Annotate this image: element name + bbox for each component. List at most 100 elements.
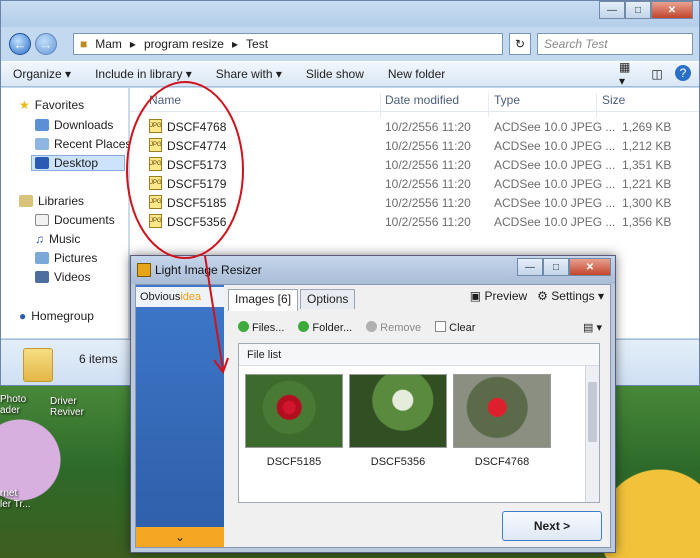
help-icon[interactable]: ? (675, 65, 691, 81)
file-date: 10/2/2556 11:20 (385, 120, 471, 134)
column-divider[interactable] (488, 93, 489, 117)
image-thumbnail[interactable] (349, 374, 447, 448)
nav-label: Videos (54, 270, 91, 284)
explorer-titlebar[interactable]: — □ ✕ (1, 1, 699, 27)
libraries-header[interactable]: Libraries (19, 194, 84, 208)
tab-options[interactable]: Options (300, 289, 356, 309)
desktop-icon-internet[interactable]: rnet ler Tr... (0, 488, 31, 510)
column-header-size[interactable]: Size (602, 93, 625, 107)
close-button[interactable]: ✕ (569, 258, 611, 276)
search-input[interactable]: Search Test (537, 33, 693, 55)
jpeg-file-icon: JPG (149, 176, 162, 190)
include-in-library-menu[interactable]: Include in library ▾ (83, 67, 204, 81)
music-note-icon: ♫ (35, 232, 44, 246)
back-arrow-icon[interactable]: ← (9, 33, 31, 55)
nav-item-downloads[interactable]: Downloads (35, 118, 113, 132)
refresh-icon[interactable]: ↻ (509, 33, 531, 55)
maximize-button[interactable]: □ (543, 258, 569, 276)
minimize-button[interactable]: — (517, 258, 543, 276)
file-size: 1,300 KB (622, 196, 672, 210)
nav-item-videos[interactable]: Videos (35, 270, 90, 284)
clear-button[interactable]: Clear (435, 320, 475, 334)
image-file-list: File list DSCF5185 DSCF5356 DSCF4768 (238, 343, 600, 503)
organize-menu[interactable]: Organize ▾ (1, 67, 83, 81)
file-name: DSCF5179 (167, 177, 227, 191)
image-thumbnail[interactable] (245, 374, 343, 448)
file-row[interactable]: JPG DSCF5356 10/2/2556 11:20 ACDSee 10.0… (130, 212, 699, 231)
preview-icon: ▣ (469, 289, 482, 303)
forward-arrow-icon[interactable]: → (35, 33, 57, 55)
gear-icon: ⚙ (537, 289, 548, 303)
close-button[interactable]: ✕ (651, 1, 693, 19)
next-button[interactable]: Next > (502, 511, 602, 541)
thumbnail-label: DSCF5185 (266, 456, 322, 468)
slide-show-button[interactable]: Slide show (294, 67, 376, 81)
file-row[interactable]: JPG DSCF4768 10/2/2556 11:20 ACDSee 10.0… (130, 117, 699, 136)
breadcrumb-item[interactable]: program resize (144, 37, 224, 51)
share-with-menu[interactable]: Share with ▾ (204, 67, 294, 81)
file-list-scrollbar[interactable] (585, 366, 599, 502)
column-header-type[interactable]: Type (494, 93, 520, 107)
nav-item-recent-places[interactable]: Recent Places (35, 137, 131, 151)
add-files-button[interactable]: Files... (238, 320, 284, 334)
nav-label: Documents (54, 213, 115, 227)
address-bar[interactable]: ■ Mam ▸ program resize ▸ Test (73, 33, 503, 55)
window-controls: — □ ✕ (599, 1, 693, 19)
preview-button[interactable]: ▣ Preview (470, 289, 527, 303)
breadcrumb-item[interactable]: Mam (95, 37, 122, 51)
jpeg-file-icon: JPG (149, 138, 162, 152)
logo-text-accent: idea (180, 291, 202, 303)
file-row[interactable]: JPG DSCF5185 10/2/2556 11:20 ACDSee 10.0… (130, 193, 699, 212)
file-name: DSCF4774 (167, 139, 227, 153)
nav-item-pictures[interactable]: Pictures (35, 251, 97, 265)
nav-label: Recent Places (54, 137, 132, 151)
file-name: DSCF4768 (167, 120, 227, 134)
view-options-icon[interactable]: ▦ ▾ (619, 60, 639, 88)
column-header-date[interactable]: Date modified (385, 93, 459, 107)
column-divider[interactable] (596, 93, 597, 117)
desktop-icon-photo-reader[interactable]: Photo ader (0, 394, 26, 416)
file-row[interactable]: JPG DSCF4774 10/2/2556 11:20 ACDSee 10.0… (130, 136, 699, 155)
column-header-name[interactable]: Name (149, 93, 181, 107)
desktop-icon-driver-reviver[interactable]: Driver Reviver (50, 396, 84, 418)
address-row: ← → ■ Mam ▸ program resize ▸ Test ↻ Sear… (1, 31, 699, 57)
remove-button[interactable]: Remove (366, 320, 422, 334)
breadcrumb-item[interactable]: Test (246, 37, 268, 51)
add-folder-button[interactable]: Folder... (298, 320, 352, 334)
view-mode-dropdown[interactable]: ▤ ▾ (583, 321, 602, 334)
column-divider[interactable] (380, 93, 381, 117)
file-type: ACDSee 10.0 JPEG ... (494, 177, 616, 191)
libraries-label: Libraries (38, 194, 85, 208)
nav-item-music[interactable]: ♫ Music (35, 232, 80, 246)
homegroup-header[interactable]: ● Homegroup (19, 309, 94, 323)
desktop-icon (35, 157, 49, 169)
file-size: 1,221 KB (622, 177, 672, 191)
file-row[interactable]: JPG DSCF5179 10/2/2556 11:20 ACDSee 10.0… (130, 174, 699, 193)
preview-pane-icon[interactable]: ◫ (647, 65, 667, 83)
scrollbar-thumb[interactable] (588, 382, 597, 442)
thumbnail-label: DSCF4768 (474, 456, 530, 468)
folder-icon: ■ (80, 37, 88, 51)
minimize-button[interactable]: — (599, 1, 625, 19)
action-label: Remove (380, 321, 422, 334)
file-size: 1,269 KB (622, 120, 672, 134)
nav-item-documents[interactable]: Documents (35, 213, 115, 227)
chevron-down-icon[interactable]: ⌄ (136, 527, 224, 547)
settings-button[interactable]: ⚙ Settings ▾ (537, 289, 604, 303)
resizer-title: Light Image Resizer (155, 263, 262, 277)
maximize-button[interactable]: □ (625, 1, 651, 19)
favorites-header[interactable]: ★ Favorites (19, 98, 84, 112)
file-size: 1,212 KB (622, 139, 672, 153)
settings-label: Settings (551, 289, 595, 303)
image-thumbnail[interactable] (453, 374, 551, 448)
tab-images[interactable]: Images [6] (228, 289, 299, 311)
resizer-tabs: Images [6] Options (228, 289, 357, 311)
file-date: 10/2/2556 11:20 (385, 215, 471, 229)
nav-item-desktop[interactable]: Desktop (31, 155, 125, 171)
desktop-icon-label: Driver Reviver (50, 396, 84, 418)
videos-icon (35, 271, 49, 283)
new-folder-button[interactable]: New folder (376, 67, 457, 81)
resizer-titlebar[interactable]: Light Image Resizer — □ ✕ (131, 256, 615, 284)
recent-places-icon (35, 138, 49, 150)
file-row[interactable]: JPG DSCF5173 10/2/2556 11:20 ACDSee 10.0… (130, 155, 699, 174)
